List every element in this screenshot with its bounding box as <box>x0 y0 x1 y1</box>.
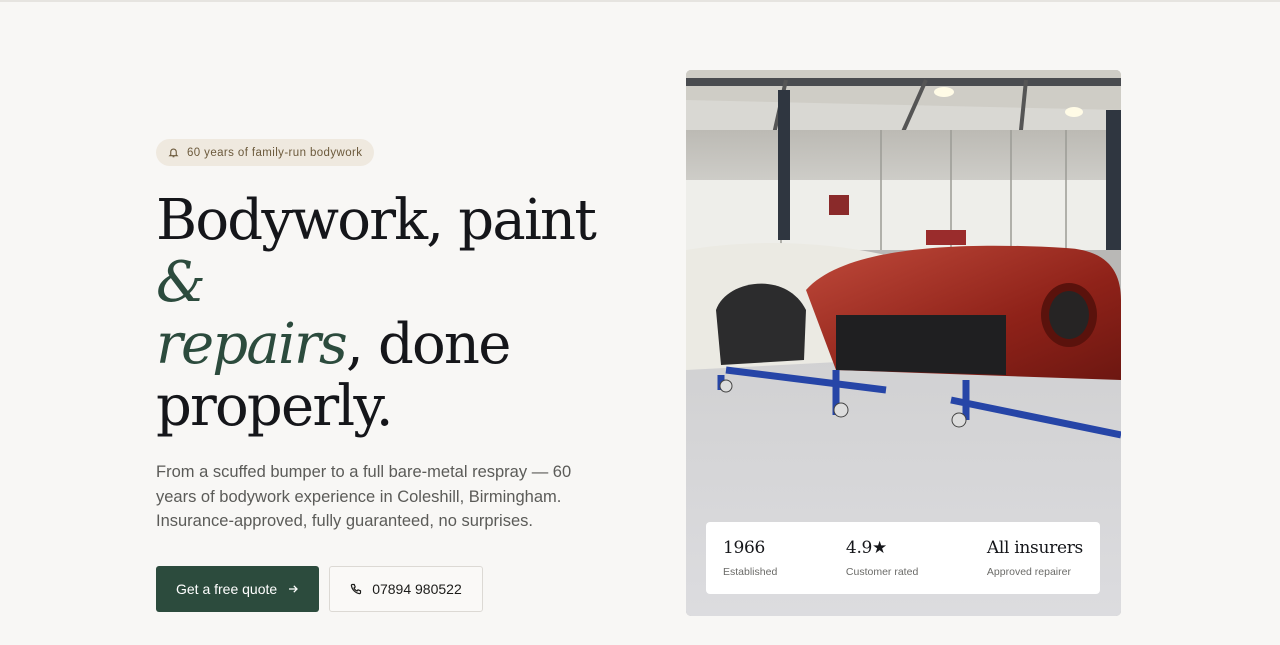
stat-established: 1966 Established <box>723 538 777 594</box>
headline-part2: , done <box>345 312 511 377</box>
phone-icon <box>350 583 362 594</box>
stat-value: 4.9★ <box>845 538 887 558</box>
badge-text: 60 years of family-run bodywork <box>187 146 363 159</box>
headline-accent: repairs <box>156 312 348 377</box>
phone-button[interactable]: 07894 980522 <box>329 565 483 612</box>
workshop-photo: 1966 Established 4.9★ Customer rated All… <box>686 70 1121 616</box>
cta-group: Get a free quote 07894 980522 <box>156 565 636 612</box>
get-quote-label: Get a free quote <box>176 580 278 597</box>
stat-value: All insurers <box>986 538 1083 558</box>
headline-part3: properly. <box>156 374 394 439</box>
stat-label: Established <box>723 566 778 578</box>
stats-card: 1966 Established 4.9★ Customer rated All… <box>706 522 1100 594</box>
hero-content: 60 years of family-run bodywork Bodywork… <box>156 139 636 612</box>
heritage-badge: 60 years of family-run bodywork <box>156 139 375 166</box>
hero-subtext: From a scuffed bumper to a full bare-met… <box>156 463 572 530</box>
stat-label: Customer rated <box>845 566 919 578</box>
phone-number: 07894 980522 <box>372 580 462 597</box>
stat-value: 1966 <box>723 538 766 558</box>
bell-icon <box>168 148 179 158</box>
arrow-right-icon <box>289 584 299 593</box>
stat-rating: 4.9★ Customer rated <box>846 538 918 594</box>
stat-label: Approved repairer <box>986 566 1071 578</box>
headline-part1: Bodywork, paint <box>156 188 597 253</box>
headline-ampersand: & <box>156 250 206 315</box>
get-quote-button[interactable]: Get a free quote <box>156 565 320 612</box>
stat-insurers: All insurers Approved repairer <box>987 538 1083 594</box>
page-title: Bodywork, paint & repairs, done properly… <box>156 190 656 438</box>
